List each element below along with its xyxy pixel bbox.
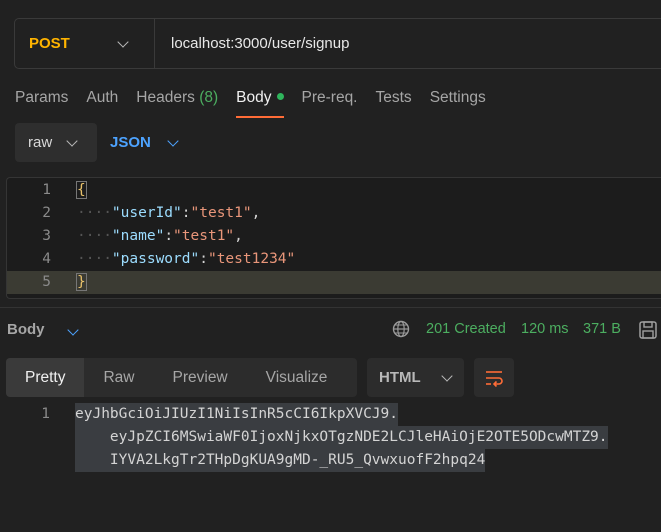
open-brace: { <box>76 181 87 199</box>
tab-params[interactable]: Params <box>15 86 68 118</box>
response-line: eyJpZCI6MSwiaWF0IjoxNjkxOTgzNDE2LCJleHAi… <box>75 426 608 449</box>
status-code[interactable]: 201 Created <box>426 321 506 337</box>
body-mode-label: raw <box>28 134 53 151</box>
line-number: 3 <box>42 228 51 244</box>
chevron-down-icon <box>67 324 79 336</box>
json-comma: , <box>251 205 261 221</box>
chevron-down-icon <box>117 35 129 48</box>
tab-settings[interactable]: Settings <box>430 86 486 118</box>
request-bar: POST localhost:3000/user/signup <box>14 18 661 69</box>
chevron-down-icon <box>167 134 179 147</box>
body-language-label: JSON <box>110 134 151 151</box>
tab-label: Pre-req. <box>301 89 358 106</box>
method-select[interactable]: POST <box>15 19 155 68</box>
chevron-down-icon <box>440 369 453 382</box>
view-visualize[interactable]: Visualize <box>247 358 347 397</box>
response-format-select[interactable]: HTML <box>367 358 464 397</box>
body-editor[interactable]: 1 { 2 ····"userId":"test1", 3 ····"name"… <box>6 177 661 299</box>
response-title: Body <box>7 321 45 338</box>
editor-line-current: 5 } <box>7 271 661 294</box>
response-section-toggle[interactable]: Body <box>7 321 79 338</box>
view-preview[interactable]: Preview <box>154 358 247 397</box>
editor-line: 4 ····"password":"test1234" <box>7 248 661 271</box>
tab-body[interactable]: Body <box>236 86 284 118</box>
tab-auth[interactable]: Auth <box>86 86 118 118</box>
tab-label: Body <box>236 89 272 106</box>
response-line: eyJhbGciOiJIUzI1NiIsInR5cCI6IkpXVCJ9. <box>75 403 399 426</box>
view-pretty[interactable]: Pretty <box>6 358 85 397</box>
tab-label: Headers <box>136 89 195 106</box>
response-header: Body 201 Created 120 ms 371 B <box>0 307 661 351</box>
close-brace: } <box>76 273 87 291</box>
tab-label: Params <box>15 89 69 106</box>
json-key: "password" <box>111 251 200 267</box>
line-number: 1 <box>41 406 50 422</box>
request-tabs: Params Auth Headers (8) Body Pre-req. Te… <box>15 86 504 118</box>
editor-line: 3 ····"name":"test1", <box>7 225 661 248</box>
tab-headers[interactable]: Headers (8) <box>136 86 218 118</box>
response-line: IYVA2LkgTr2THpDgKUA9gMD-_RU5_QvwxuofF2hp… <box>75 449 486 472</box>
json-comma: , <box>234 228 243 244</box>
view-raw[interactable]: Raw <box>84 358 153 397</box>
response-time[interactable]: 120 ms <box>521 321 569 337</box>
tab-label: Tests <box>375 89 412 106</box>
line-number: 1 <box>42 182 51 198</box>
editor-line: 2 ····"userId":"test1", <box>7 202 661 225</box>
method-label: POST <box>29 35 70 52</box>
editor-line: 1 { <box>7 179 661 202</box>
tab-label: Settings <box>429 89 486 106</box>
save-icon[interactable] <box>638 320 658 340</box>
json-key: "name" <box>111 228 165 244</box>
chevron-down-icon <box>66 134 78 147</box>
json-value: "test1" <box>173 228 235 244</box>
json-value: "test1234" <box>207 251 296 267</box>
body-mode-select[interactable]: raw <box>15 123 97 162</box>
modified-dot-icon <box>276 92 284 100</box>
response-body[interactable]: 1 eyJhbGciOiJIUzI1NiIsInR5cCI6IkpXVCJ9. … <box>0 403 661 493</box>
response-format-label: HTML <box>379 369 421 386</box>
json-key: "userId" <box>111 205 182 221</box>
wrap-lines-icon <box>486 370 503 387</box>
response-view-tabs: Pretty Raw Preview Visualize <box>6 358 357 397</box>
tab-tests[interactable]: Tests <box>376 86 412 118</box>
wrap-lines-button[interactable] <box>474 358 514 397</box>
url-input[interactable]: localhost:3000/user/signup <box>155 35 349 52</box>
line-number: 2 <box>42 205 51 221</box>
line-number: 5 <box>42 274 51 290</box>
json-value: "test1" <box>190 205 252 221</box>
body-language-select[interactable]: JSON <box>110 123 179 162</box>
tab-label: Auth <box>86 89 119 106</box>
tab-pre-request[interactable]: Pre-req. <box>302 86 358 118</box>
response-size[interactable]: 371 B <box>583 321 621 337</box>
headers-count-badge: (8) <box>199 89 219 106</box>
line-number: 4 <box>42 251 51 267</box>
globe-icon[interactable] <box>392 320 410 338</box>
